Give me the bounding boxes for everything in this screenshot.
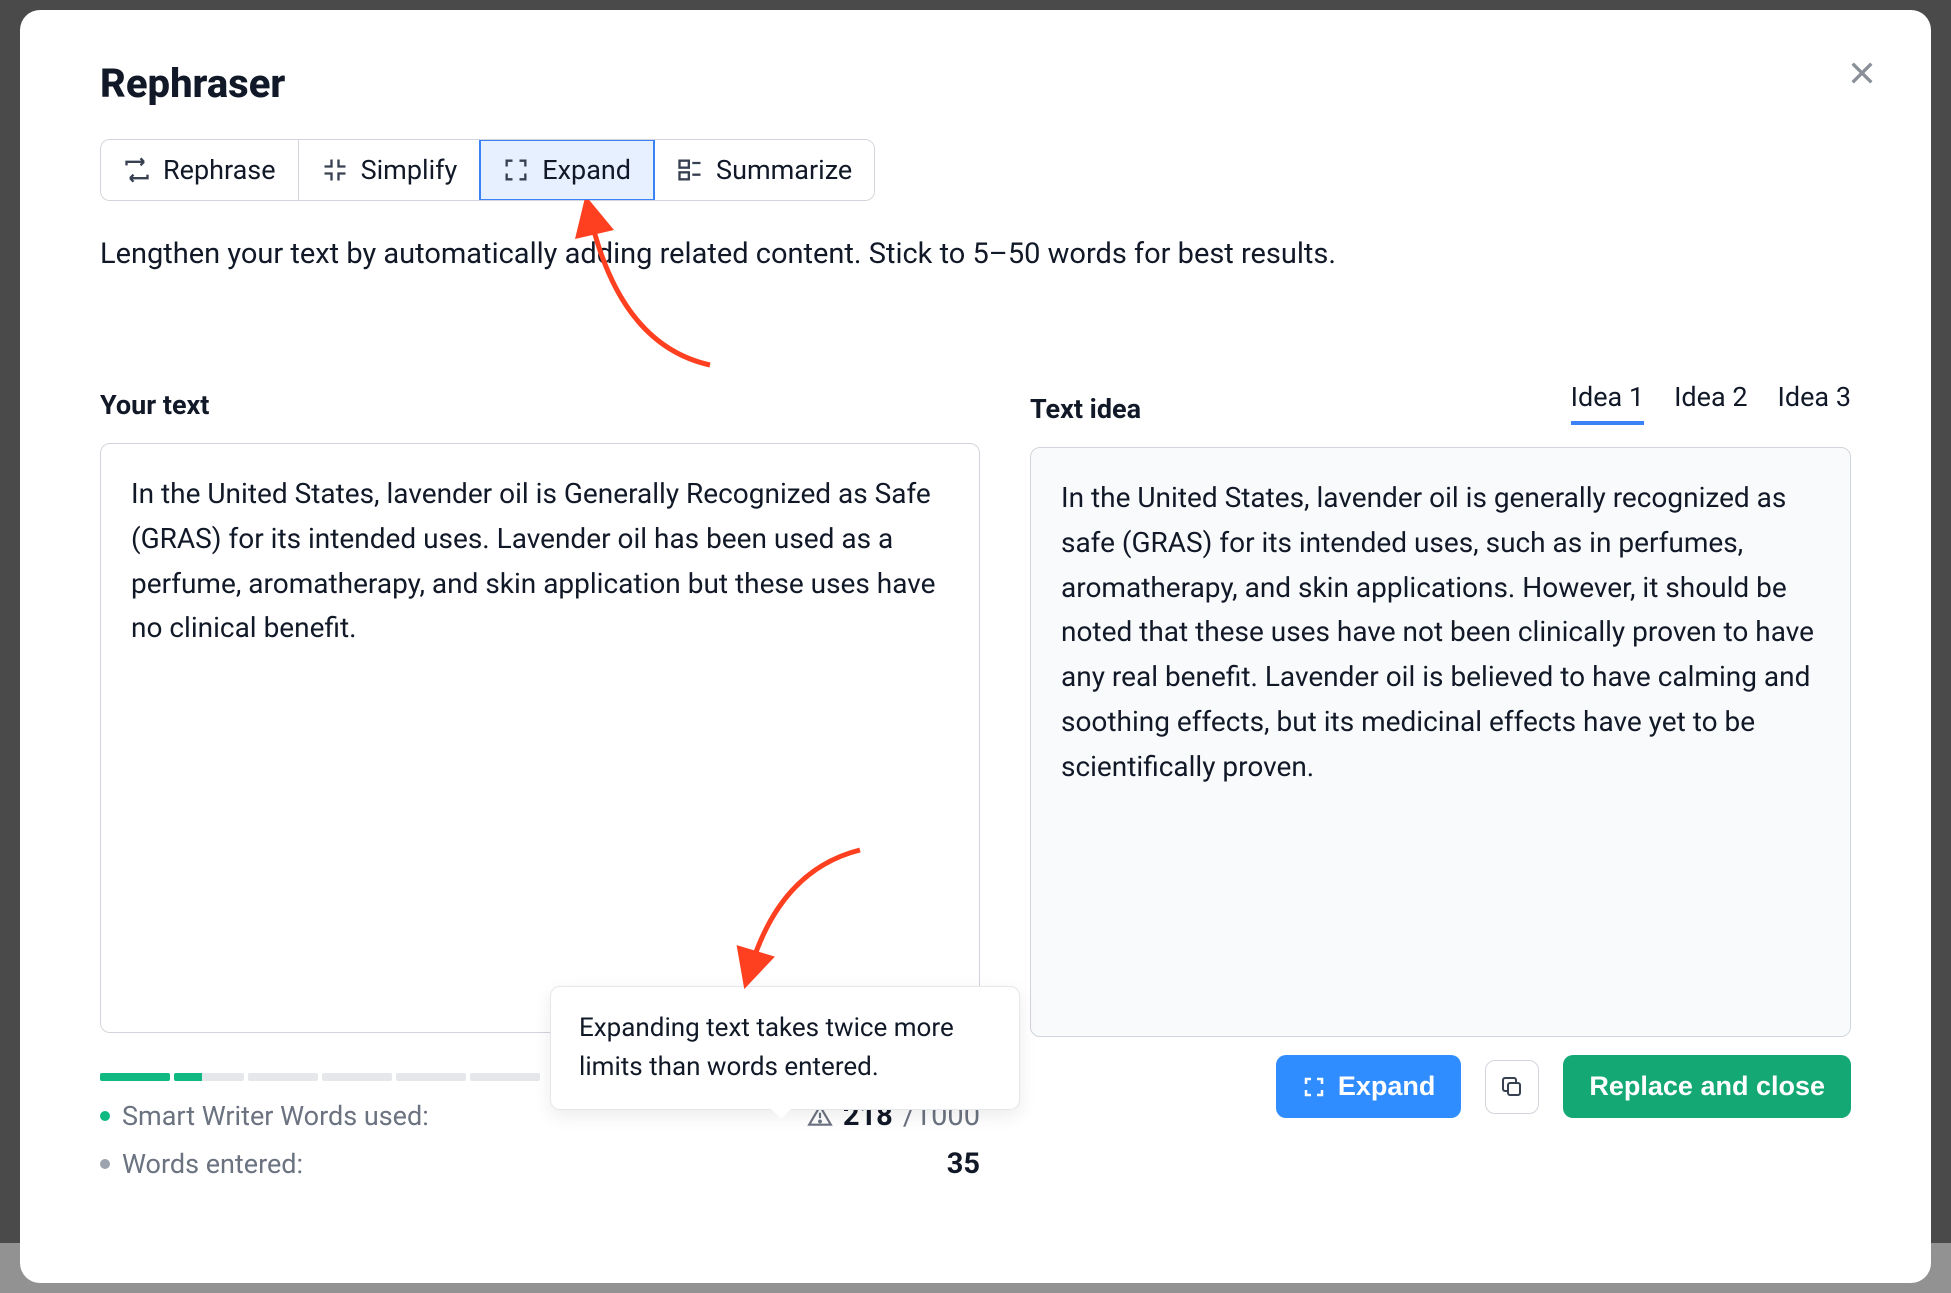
replace-and-close-button[interactable]: Replace and close: [1563, 1055, 1851, 1118]
annotation-arrow: [560, 205, 740, 395]
modal-title: Rephraser: [100, 60, 1851, 107]
progress-seg: [174, 1073, 244, 1081]
progress-seg: [470, 1073, 540, 1081]
dot-icon: [100, 1111, 110, 1121]
tab-rephrase[interactable]: Rephrase: [101, 140, 299, 200]
button-label: Expand: [1338, 1071, 1436, 1102]
mode-hint: Lengthen your text by automatically addi…: [100, 237, 1851, 271]
progress-seg: [322, 1073, 392, 1081]
button-label: Replace and close: [1589, 1071, 1825, 1102]
simplify-icon: [321, 156, 349, 184]
progress-seg: [248, 1073, 318, 1081]
idea-tab-3[interactable]: Idea 3: [1778, 381, 1851, 425]
text-idea-output[interactable]: In the United States, lavender oil is ge…: [1030, 447, 1851, 1037]
dot-icon: [100, 1159, 110, 1169]
stat-label: Smart Writer Words used:: [122, 1100, 429, 1132]
copy-icon: [1500, 1075, 1524, 1099]
summarize-icon: [676, 156, 704, 184]
progress-seg: [396, 1073, 466, 1081]
tab-label: Expand: [542, 154, 631, 186]
tab-summarize[interactable]: Summarize: [654, 140, 874, 200]
expand-button[interactable]: Expand: [1276, 1055, 1462, 1118]
mode-tabs: Rephrase Simplify Expand Summarize: [100, 139, 875, 201]
rephrase-icon: [123, 156, 151, 184]
expand-icon: [502, 156, 530, 184]
limit-tooltip: Expanding text takes twice more limits t…: [550, 986, 1020, 1110]
text-idea-label: Text idea: [1030, 393, 1141, 425]
tab-label: Summarize: [716, 154, 852, 186]
stats-block: Smart Writer Words used: 218/1000 Words …: [100, 1099, 980, 1181]
copy-button[interactable]: [1485, 1060, 1539, 1114]
tab-label: Rephrase: [163, 154, 276, 186]
tab-expand[interactable]: Expand: [480, 140, 654, 200]
your-text-label: Your text: [100, 389, 209, 421]
your-text-input[interactable]: In the United States, lavender oil is Ge…: [100, 443, 980, 1033]
stat-label: Words entered:: [122, 1148, 303, 1180]
close-icon: [1846, 57, 1878, 89]
tab-simplify[interactable]: Simplify: [299, 140, 481, 200]
close-button[interactable]: [1841, 52, 1883, 94]
tab-label: Simplify: [361, 154, 458, 186]
stat-entered: 35: [947, 1147, 980, 1181]
idea-tabs: Idea 1 Idea 2 Idea 3: [1571, 381, 1851, 425]
idea-tab-2[interactable]: Idea 2: [1674, 381, 1747, 425]
progress-seg: [100, 1073, 170, 1081]
rephraser-modal: Rephraser Rephrase Simplify Expand Summa…: [20, 10, 1931, 1283]
expand-icon: [1302, 1075, 1326, 1099]
stat-words-entered: Words entered: 35: [100, 1147, 980, 1181]
action-row: Expand Replace and close: [1276, 1055, 1851, 1118]
usage-progress: [100, 1073, 540, 1081]
idea-tab-1[interactable]: Idea 1: [1571, 381, 1644, 425]
